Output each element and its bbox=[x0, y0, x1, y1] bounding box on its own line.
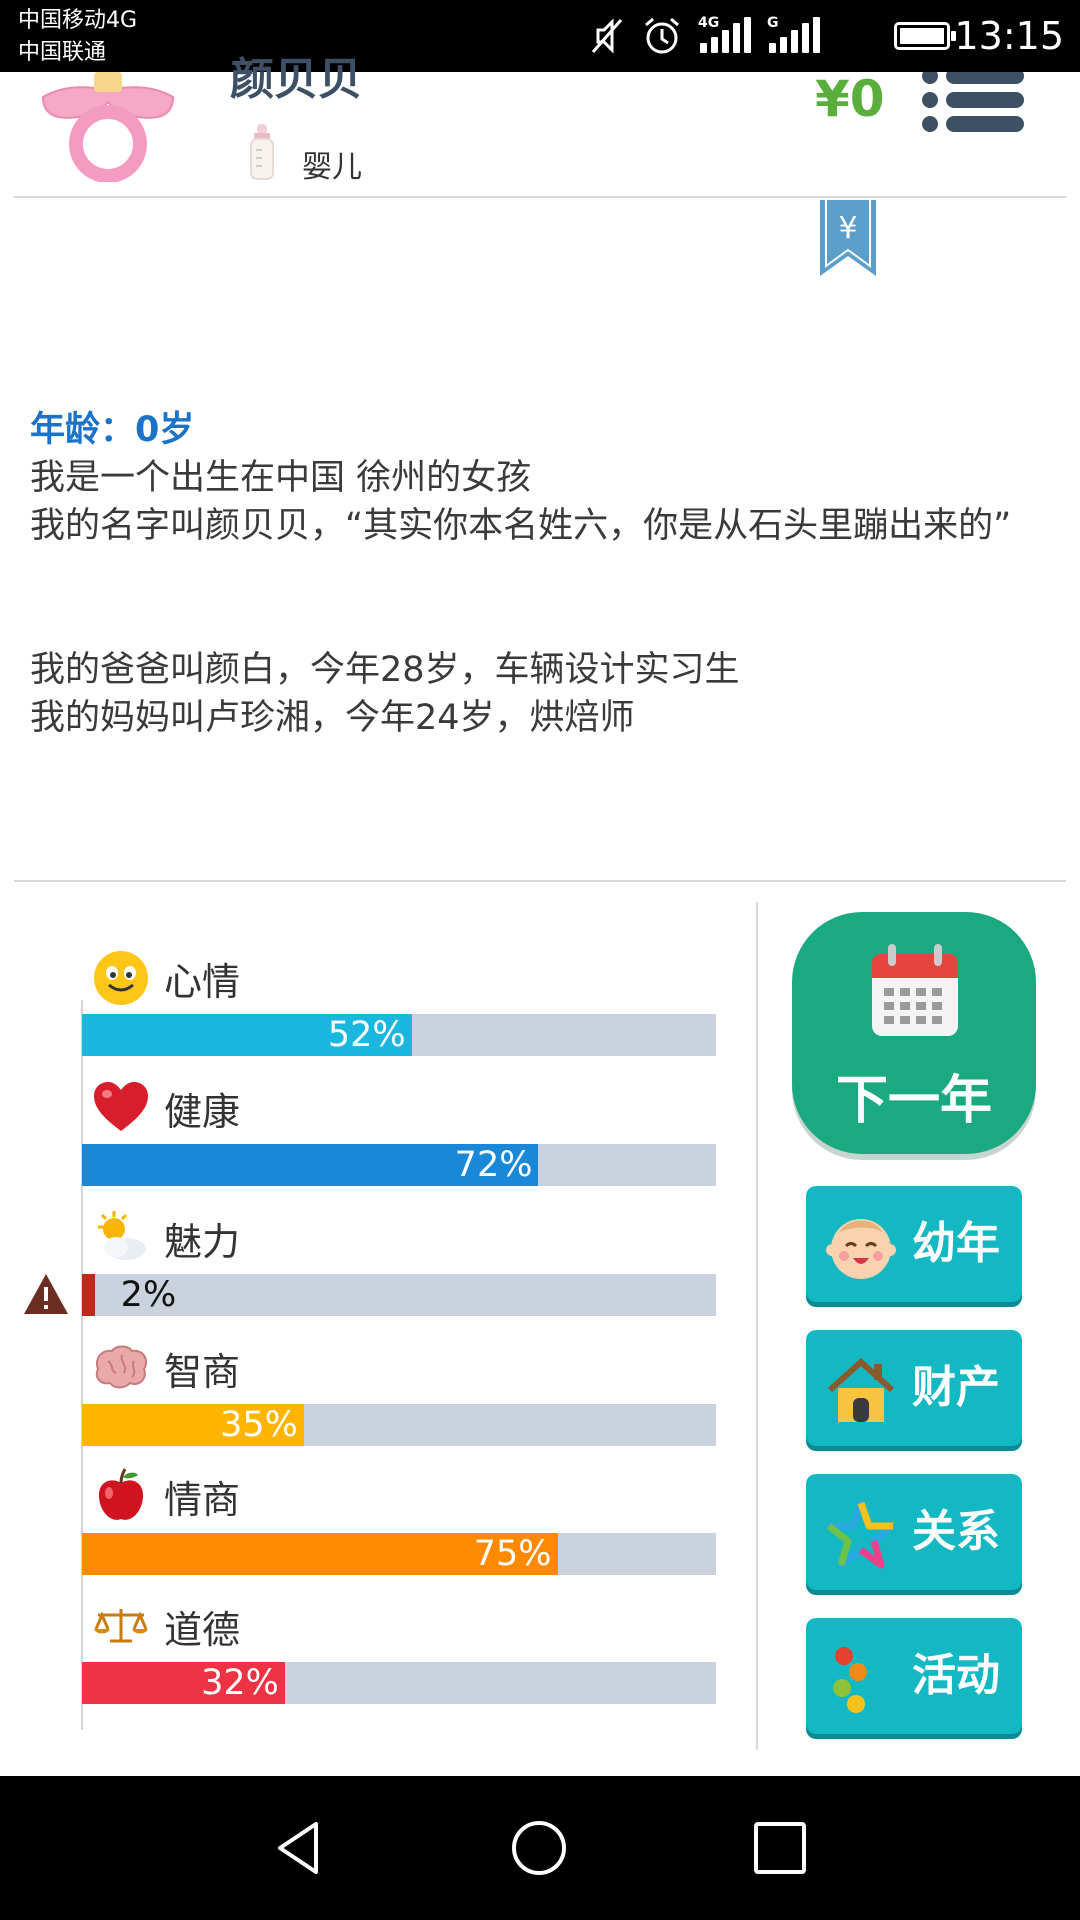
baby-face-icon bbox=[826, 1219, 896, 1279]
story-name: 我的名字叫颜贝贝，“其实你本名姓六，你是从石头里蹦出来的” bbox=[30, 506, 1012, 546]
stat-mood-bar: 52% bbox=[82, 1014, 716, 1056]
life-story: 年龄：0岁 我是一个出生在中国 徐州的女孩 我的名字叫颜贝贝，“其实你本名姓六，… bbox=[30, 406, 1060, 742]
stat-iq-bar: 35% bbox=[82, 1404, 716, 1446]
header-divider bbox=[14, 196, 1066, 198]
house-icon bbox=[827, 1357, 895, 1422]
stat-eq-label: 情商 bbox=[92, 1468, 240, 1524]
brain-icon bbox=[95, 1345, 148, 1389]
property-button[interactable]: 财产 bbox=[806, 1330, 1022, 1446]
heart-icon bbox=[94, 1082, 148, 1131]
stat-iq-text: 智商 bbox=[164, 1349, 241, 1394]
stat-health-label: 健康 bbox=[92, 1080, 240, 1136]
relations-label: 关系 bbox=[912, 1506, 1000, 1557]
stat-morality-bar: 32% bbox=[82, 1662, 716, 1704]
childhood-label: 幼年 bbox=[912, 1218, 1000, 1269]
back-icon[interactable] bbox=[272, 1820, 328, 1876]
menu-lines-icon bbox=[922, 68, 1024, 132]
stat-health-text: 健康 bbox=[164, 1089, 241, 1134]
stats-axis bbox=[81, 1000, 83, 1730]
money-balance: ¥0 bbox=[815, 70, 885, 128]
stat-mood-value: 52% bbox=[327, 1015, 406, 1055]
system-nav-bar bbox=[0, 1776, 1080, 1920]
stat-morality-label: 道德 bbox=[92, 1598, 240, 1654]
calendar-icon bbox=[872, 944, 958, 1036]
stat-charm-fill bbox=[82, 1274, 95, 1316]
smiley-icon bbox=[94, 951, 148, 1005]
stat-charm-text: 魅力 bbox=[164, 1219, 241, 1264]
activity-dots-icon bbox=[833, 1647, 867, 1713]
panel-divider bbox=[756, 902, 758, 1750]
apple-icon bbox=[98, 1468, 144, 1520]
home-icon[interactable] bbox=[511, 1820, 567, 1876]
mute-icon bbox=[591, 18, 623, 54]
stat-morality-value: 32% bbox=[201, 1663, 279, 1703]
pacifier-avatar-icon bbox=[41, 72, 175, 182]
stat-charm-bar: 2% bbox=[82, 1274, 716, 1316]
recents-icon[interactable] bbox=[752, 1820, 808, 1876]
warning-icon bbox=[24, 1274, 68, 1314]
clock: 13:15 bbox=[954, 14, 1064, 58]
menu-icon[interactable] bbox=[920, 68, 1024, 136]
story-birth: 我是一个出生在中国 徐州的女孩 bbox=[30, 458, 532, 498]
stat-iq-value: 35% bbox=[220, 1405, 298, 1445]
baby-bottle-icon bbox=[250, 124, 274, 180]
next-year-button[interactable]: 下一年 bbox=[792, 912, 1036, 1154]
stat-charm-value: 2% bbox=[120, 1275, 177, 1315]
relations-button[interactable]: 关系 bbox=[806, 1474, 1022, 1590]
money-ribbon-icon[interactable]: ¥ bbox=[820, 200, 876, 276]
age-label: 年龄：0岁 bbox=[30, 410, 195, 450]
stat-eq-value: 75% bbox=[473, 1534, 552, 1574]
property-label: 财产 bbox=[912, 1362, 1000, 1413]
next-year-label: 下一年 bbox=[835, 1071, 992, 1131]
story-divider bbox=[14, 880, 1066, 882]
story-father: 我的爸爸叫颜白，今年28岁，车辆设计实习生 bbox=[30, 650, 740, 690]
life-stage: 婴儿 bbox=[302, 150, 362, 185]
story-mother: 我的妈妈叫卢珍湘，今年24岁，烘焙师 bbox=[30, 698, 635, 738]
stat-eq-text: 情商 bbox=[164, 1477, 241, 1522]
alarm-icon bbox=[645, 17, 679, 54]
stat-health-value: 72% bbox=[454, 1145, 533, 1185]
star-icon bbox=[826, 1500, 896, 1569]
status-icons: 4G G bbox=[590, 14, 820, 58]
signal-g-icon: G bbox=[767, 15, 820, 53]
carrier-secondary: 中国联通 bbox=[18, 40, 107, 65]
stat-mood-text: 心情 bbox=[164, 959, 241, 1004]
character-name: 颜贝贝 bbox=[230, 54, 362, 105]
sun-cloud-icon bbox=[98, 1211, 146, 1260]
stat-charm-label: 魅力 bbox=[92, 1210, 240, 1266]
svg-text:¥: ¥ bbox=[838, 211, 857, 246]
status-bar: 中国移动4G 中国联通 4G G 13:15 bbox=[0, 0, 1080, 72]
profile-header: 颜贝贝 婴儿 ¥0 bbox=[0, 58, 1080, 196]
stat-morality-text: 道德 bbox=[164, 1607, 241, 1652]
stat-iq-label: 智商 bbox=[92, 1340, 240, 1396]
battery-icon bbox=[894, 22, 956, 50]
signal-4g-icon: 4G bbox=[698, 15, 751, 53]
stat-mood-label: 心情 bbox=[92, 950, 240, 1006]
activities-label: 活动 bbox=[912, 1650, 1000, 1701]
stat-eq-bar: 75% bbox=[82, 1533, 716, 1575]
childhood-button[interactable]: 幼年 bbox=[806, 1186, 1022, 1302]
activities-button[interactable]: 活动 bbox=[806, 1618, 1022, 1734]
carrier-primary: 中国移动4G bbox=[18, 8, 138, 33]
stat-health-bar: 72% bbox=[82, 1144, 716, 1186]
scales-icon bbox=[94, 1609, 148, 1643]
story-spacer bbox=[30, 550, 1060, 646]
